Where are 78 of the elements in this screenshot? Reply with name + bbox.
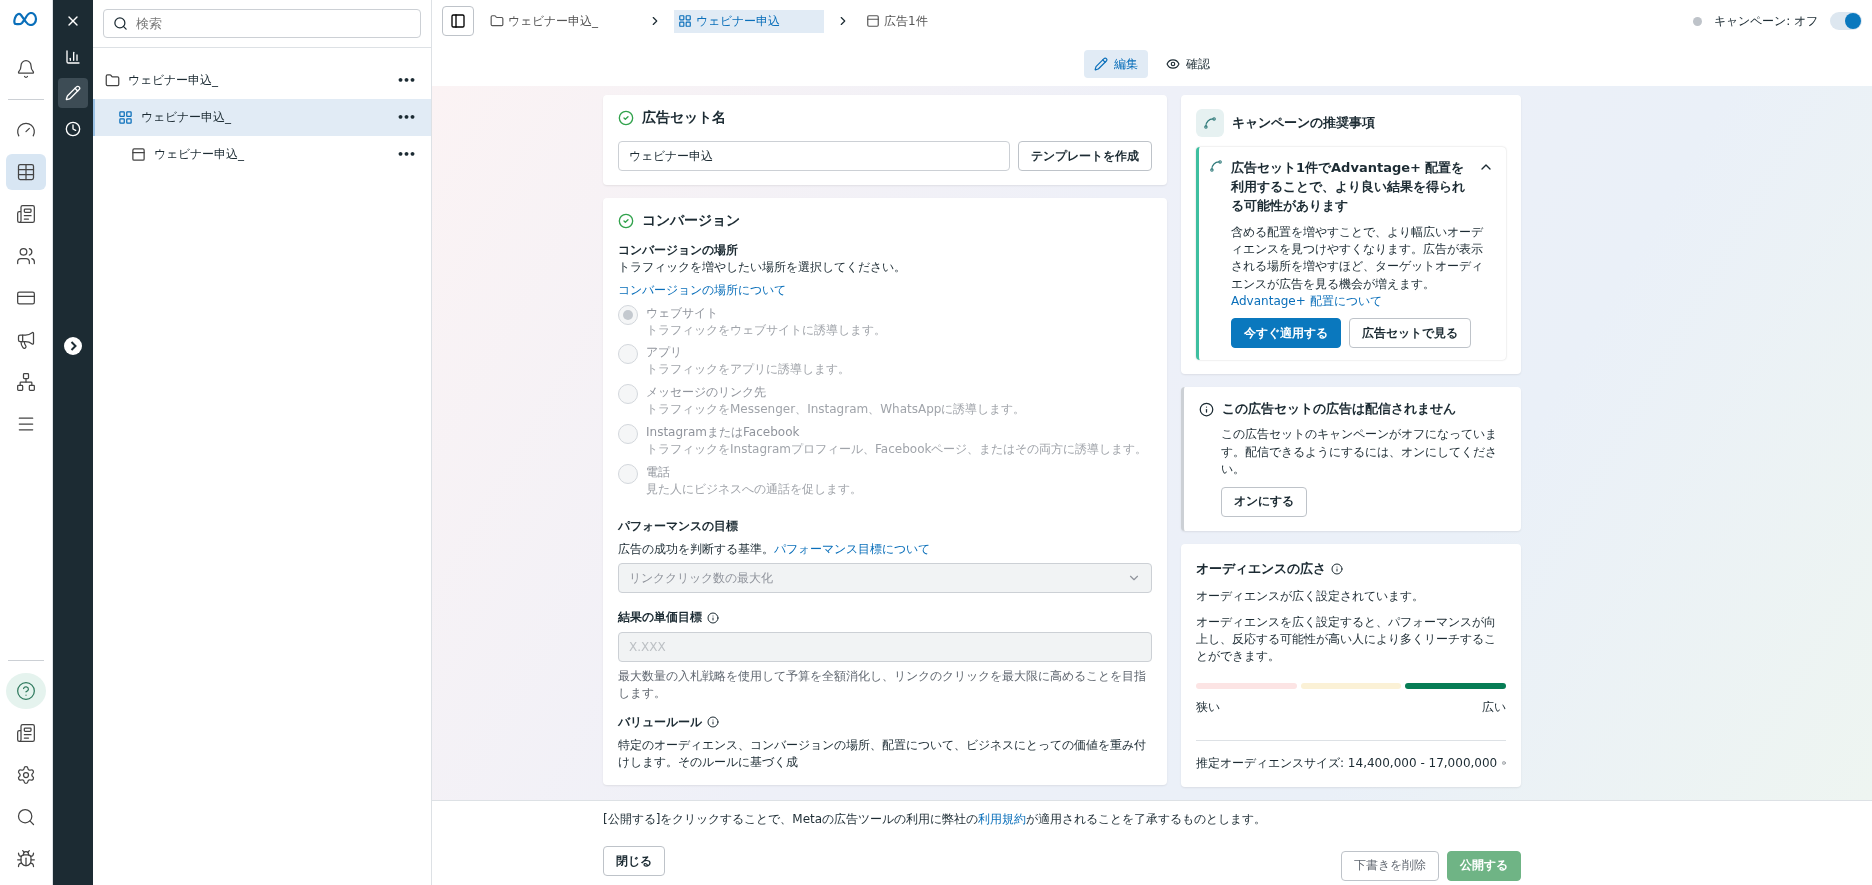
help-link[interactable]: パフォーマンス目標について (774, 541, 930, 556)
recommendation-title: 広告セット1件でAdvantage+ 配置を利用することで、より良い結果を得られる可能性があります (1231, 159, 1466, 215)
recommendation-text: 含める配置を増やすことで、より幅広いオーディエンスを見つけやすくなります。広告が表示される場所を増やすほど、ターゲットオーディエンスが広告を見る機会が増えます。 Advantage+ 配置について (1230, 223, 1484, 311)
check-circle-icon (618, 110, 634, 126)
tree-item[interactable]: ウェビナー申込_ ••• (93, 99, 431, 136)
tab[interactable]: 編集 (1084, 50, 1148, 78)
campaign-status-label: キャンペーン: オフ (1714, 12, 1818, 30)
option-label: ウェブサイト (646, 304, 719, 322)
option-label: InstagramまたはFacebook (646, 424, 801, 441)
card-title: キャンペーンの推奨事項 (1232, 114, 1375, 132)
option-label: メッセージのリンク先 (646, 384, 767, 402)
trend-icon (1209, 159, 1223, 173)
terms-link[interactable]: 利用規約 (978, 812, 1027, 826)
pencil-icon (1094, 57, 1108, 71)
option-hint: トラフィックをウェブサイトに誘導します。 (646, 321, 886, 339)
field-hint: トラフィックを増やしたい場所を選択してください。 (618, 259, 907, 276)
card-title: この広告セットの広告は配信されません (1222, 401, 1456, 419)
table-icon[interactable] (6, 154, 46, 190)
card-title: オーディエンスの広さ (1196, 559, 1326, 578)
option-hint: トラフィックをMessenger、Instagram、WhatsAppに誘導します。 (646, 401, 1026, 418)
field-label: バリュールール (618, 713, 702, 731)
breadcrumb-item[interactable]: 広告1件 (862, 9, 962, 33)
close-button[interactable]: 閉じる (603, 846, 665, 877)
ad-icon (131, 147, 146, 162)
field-label: コンバージョンの場所 (618, 242, 739, 259)
breadcrumb-item[interactable]: ウェビナー申込 (674, 9, 824, 33)
check-circle-icon (618, 213, 634, 229)
terms-notice: [公開する]をクリックすることで、Metaの広告ツールの利用に弊社の利用規約が適用されることを了承するものとします。 (603, 811, 1267, 828)
option-hint: トラフィックをInstagramプロフィール、Facebookページ、またはその両方に誘導します。 (646, 441, 1148, 458)
folder-icon (105, 73, 120, 88)
section-title: 広告セット名 (642, 109, 726, 127)
tree-item[interactable]: ウェビナー申込_ ••• (93, 136, 431, 173)
audience-status: オーディエンスが広く設定されています。 (1196, 587, 1425, 605)
adset-name-field[interactable]: ウェビナー申込 (618, 141, 1010, 171)
audience-size: 推定オーディエンスサイズ: 14,400,000 - 17,000,000 (1196, 754, 1498, 772)
sidebar-toggle-button[interactable] (442, 6, 474, 36)
status-dot (1693, 16, 1703, 26)
expand-icon[interactable] (63, 336, 83, 356)
turn-on-button[interactable]: オンにする (1221, 486, 1307, 517)
more-button[interactable]: ••• (396, 74, 415, 87)
scale-label: 広い (1482, 698, 1506, 716)
tab[interactable]: 確認 (1156, 50, 1220, 78)
pencil-icon[interactable] (58, 78, 88, 108)
eye-icon (1166, 57, 1180, 71)
nav-icon[interactable] (6, 673, 46, 709)
create-template-button[interactable]: テンプレートを作成 (1018, 141, 1152, 171)
tree-item[interactable]: ウェビナー申込_ ••• (93, 62, 431, 99)
grid-icon (678, 14, 692, 28)
section-title: コンバージョン (642, 212, 740, 230)
folder-icon (490, 14, 504, 28)
option-hint: 見た人にビジネスへの通話を促します。 (646, 480, 862, 498)
apply-button[interactable]: 今すぐ適用する (1231, 318, 1341, 349)
field-hint: 特定のオーディエンス、コンバージョンの場所、配置について、ビジネスにとっての価値を重み付けします。そのルールに基づく成 (618, 736, 1147, 771)
sidebar-icon (450, 13, 466, 29)
logo-icon (13, 12, 39, 26)
audience-description: オーディエンスを広く設定すると、パフォーマンスが向上し、反応する可能性が高い人により多くリーチすることができます。 (1196, 614, 1497, 665)
trend-icon (1196, 109, 1224, 137)
more-button[interactable]: ••• (396, 148, 415, 161)
option-label: アプリ (646, 344, 683, 362)
grid-icon (118, 110, 133, 125)
help-link[interactable]: コンバージョンの場所について (618, 282, 786, 297)
ad-icon (866, 14, 880, 28)
campaign-toggle[interactable] (1830, 12, 1862, 30)
view-button[interactable]: 広告セットで見る (1349, 318, 1471, 349)
option-hint: トラフィックをアプリに誘導します。 (646, 361, 850, 379)
search-icon (113, 16, 128, 31)
notice-text: この広告セットのキャンペーンがオフになっています。配信できるようにするには、オンにしてください。 (1220, 426, 1498, 479)
option-label: 電話 (646, 463, 671, 481)
field-hint: 最大数量の入札戦略を使用して予算を全額消化し、リンクのクリックを最大限に高めることを目指します。 (618, 668, 1147, 702)
search-field[interactable]: 検索 (103, 9, 421, 38)
scale-label: 狭い (1196, 698, 1220, 716)
field-label: 結果の単価目標 (618, 609, 702, 627)
field-label: パフォーマンスの目標 (618, 517, 739, 535)
field-hint: 広告の成功を判断する基準。パフォーマンス目標について (618, 540, 931, 558)
more-button[interactable]: ••• (396, 111, 415, 124)
help-link[interactable]: Advantage+ 配置について (1231, 294, 1382, 309)
breadcrumb-item[interactable]: ウェビナー申込_ (486, 9, 636, 33)
delete-draft-button[interactable]: 下書きを削除 (1341, 850, 1439, 881)
